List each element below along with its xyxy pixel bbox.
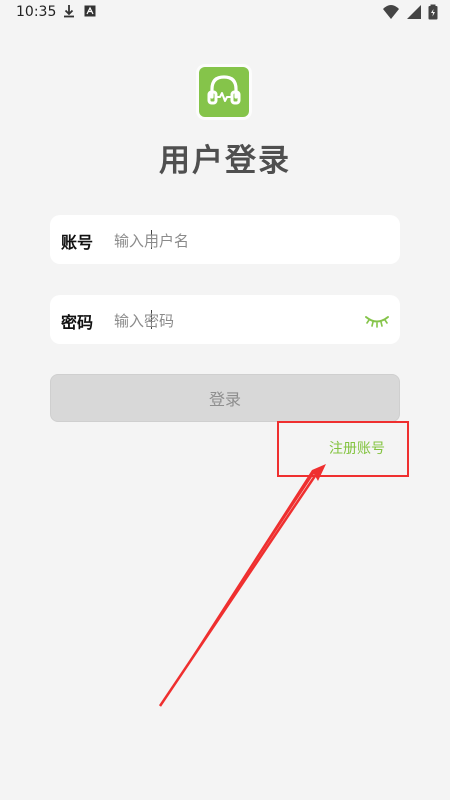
password-label: 密码 (61, 313, 94, 332)
password-field[interactable]: 密码 (50, 295, 400, 344)
status-bar: 10:35 (0, 0, 450, 26)
username-label: 账号 (61, 233, 94, 252)
status-time: 10:35 (16, 4, 57, 20)
eye-closed-icon[interactable] (364, 309, 390, 331)
login-button[interactable]: 登录 (50, 374, 400, 422)
headphones-icon (207, 75, 241, 105)
page-title: 用户登录 (159, 143, 291, 179)
status-icons (382, 4, 438, 20)
battery-icon (428, 4, 438, 20)
signal-icon (407, 5, 421, 19)
annotation-highlight-box (277, 421, 409, 477)
download-icon (64, 5, 74, 18)
app-logo (199, 67, 249, 117)
password-input[interactable] (112, 305, 361, 337)
username-input[interactable] (112, 225, 396, 257)
wifi-icon (383, 5, 399, 19)
a-icon (84, 5, 96, 17)
username-field[interactable]: 账号 (50, 215, 400, 264)
